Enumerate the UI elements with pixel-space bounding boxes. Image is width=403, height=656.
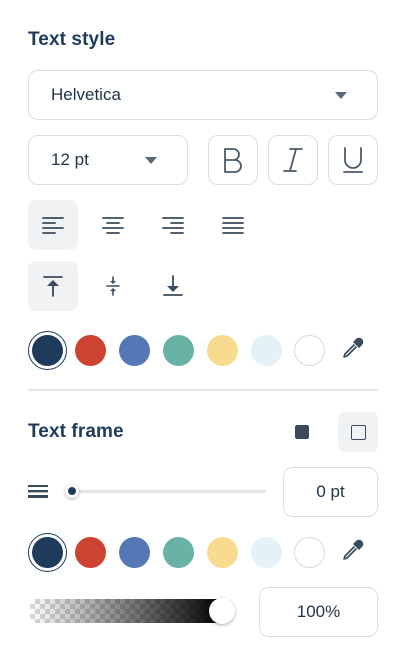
color-swatch[interactable] <box>31 334 63 366</box>
color-swatch[interactable] <box>294 334 326 366</box>
italic-button[interactable] <box>268 135 318 185</box>
italic-icon <box>283 148 303 172</box>
color-swatch[interactable] <box>250 334 282 366</box>
font-size-select[interactable]: 12 pt <box>28 135 188 185</box>
align-top-button[interactable] <box>28 261 78 311</box>
color-swatch[interactable] <box>162 536 194 568</box>
text-style-title: Text style <box>28 29 116 50</box>
color-swatch[interactable] <box>75 536 107 568</box>
color-swatch[interactable] <box>75 334 107 366</box>
color-swatch[interactable] <box>119 334 151 366</box>
color-swatch[interactable] <box>119 536 151 568</box>
opacity-value: 100% <box>296 602 341 621</box>
bold-icon <box>224 148 242 173</box>
underline-button[interactable] <box>328 135 378 185</box>
chevron-down-icon <box>145 157 157 164</box>
eyedropper-icon[interactable] <box>341 336 369 364</box>
opacity-slider-track[interactable] <box>30 599 222 623</box>
color-swatch[interactable] <box>31 536 63 568</box>
align-center-icon <box>102 217 124 234</box>
align-bottom-icon <box>163 275 183 296</box>
outline-square-icon <box>350 424 366 440</box>
border-width-slider-thumb[interactable] <box>65 484 79 498</box>
bold-button[interactable] <box>208 135 258 185</box>
underline-icon <box>343 147 363 173</box>
frame-outline-button[interactable] <box>338 412 378 452</box>
eyedropper-icon[interactable] <box>341 538 369 566</box>
align-right-icon <box>162 217 184 234</box>
font-size-value: 12 pt <box>51 150 89 169</box>
align-center-button[interactable] <box>88 200 138 250</box>
filled-square-icon <box>295 425 309 439</box>
color-swatch[interactable] <box>162 334 194 366</box>
color-swatch[interactable] <box>206 334 238 366</box>
opacity-slider-thumb[interactable] <box>209 598 235 624</box>
border-width-input[interactable]: 0 pt <box>283 467 378 517</box>
align-middle-button[interactable] <box>88 261 138 311</box>
chevron-down-icon <box>335 92 347 99</box>
align-left-icon <box>42 217 64 234</box>
text-frame-title: Text frame <box>28 421 124 442</box>
color-swatch[interactable] <box>294 536 326 568</box>
font-family-select[interactable]: Helvetica <box>28 70 378 120</box>
border-width-value: 0 pt <box>316 482 345 501</box>
line-weight-icon <box>28 483 48 499</box>
frame-filled-button[interactable] <box>293 423 311 441</box>
align-right-button[interactable] <box>148 200 198 250</box>
align-bottom-button[interactable] <box>148 261 198 311</box>
align-left-button[interactable] <box>28 200 78 250</box>
border-width-slider-track[interactable] <box>66 490 266 493</box>
color-swatch[interactable] <box>206 536 238 568</box>
align-top-icon <box>43 276 63 297</box>
align-middle-icon <box>106 276 120 296</box>
align-justify-button[interactable] <box>208 200 258 250</box>
align-justify-icon <box>222 217 244 234</box>
font-family-value: Helvetica <box>51 85 121 104</box>
section-divider <box>28 389 378 391</box>
opacity-input[interactable]: 100% <box>259 587 378 637</box>
color-swatch[interactable] <box>250 536 282 568</box>
